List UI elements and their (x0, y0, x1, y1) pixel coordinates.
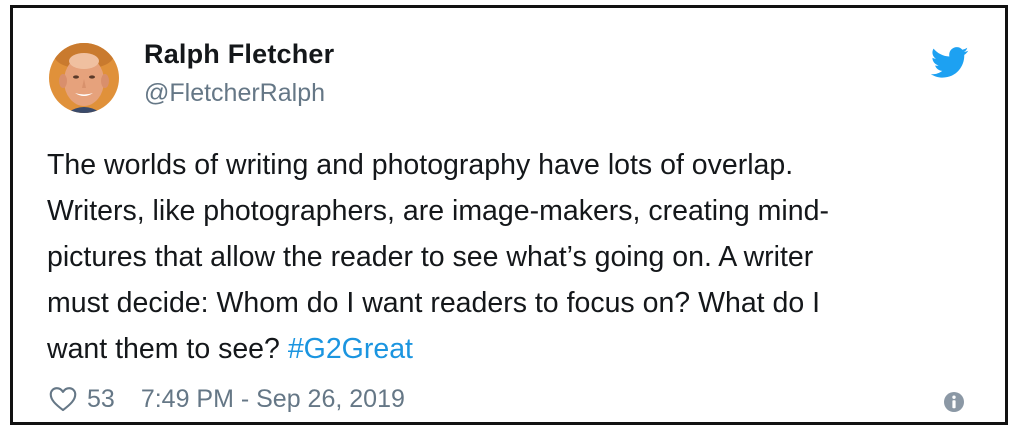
twitter-bird-icon[interactable] (931, 47, 969, 79)
tweet-text-line: want them to see? #G2Great (47, 326, 987, 372)
heart-icon[interactable] (49, 386, 77, 412)
tweet-text-line-start: want them to see? (47, 333, 288, 365)
info-icon[interactable] (943, 391, 965, 413)
tweet-card: Ralph Fletcher @FletcherRalph The worlds… (10, 5, 1008, 425)
avatar-image (49, 43, 119, 113)
author-handle[interactable]: @FletcherRalph (144, 79, 325, 108)
tweet-text-line: must decide: Whom do I want readers to f… (47, 287, 821, 319)
like-count: 53 (87, 384, 115, 413)
author-name[interactable]: Ralph Fletcher (144, 39, 334, 70)
tweet-text: The worlds of writing and photography ha… (47, 142, 987, 372)
tweet-text-line: pictures that allow the reader to see wh… (47, 241, 814, 273)
avatar[interactable] (49, 43, 119, 113)
tweet-text-line: Writers, like photographers, are image-m… (47, 195, 829, 227)
timestamp-link[interactable]: 7:49 PM - Sep 26, 2019 (141, 385, 405, 414)
tweet-footer: 53 7:49 PM - Sep 26, 2019 (49, 383, 405, 415)
tweet-text-line: The worlds of writing and photography ha… (47, 149, 794, 181)
hashtag-link[interactable]: #G2Great (288, 333, 413, 365)
